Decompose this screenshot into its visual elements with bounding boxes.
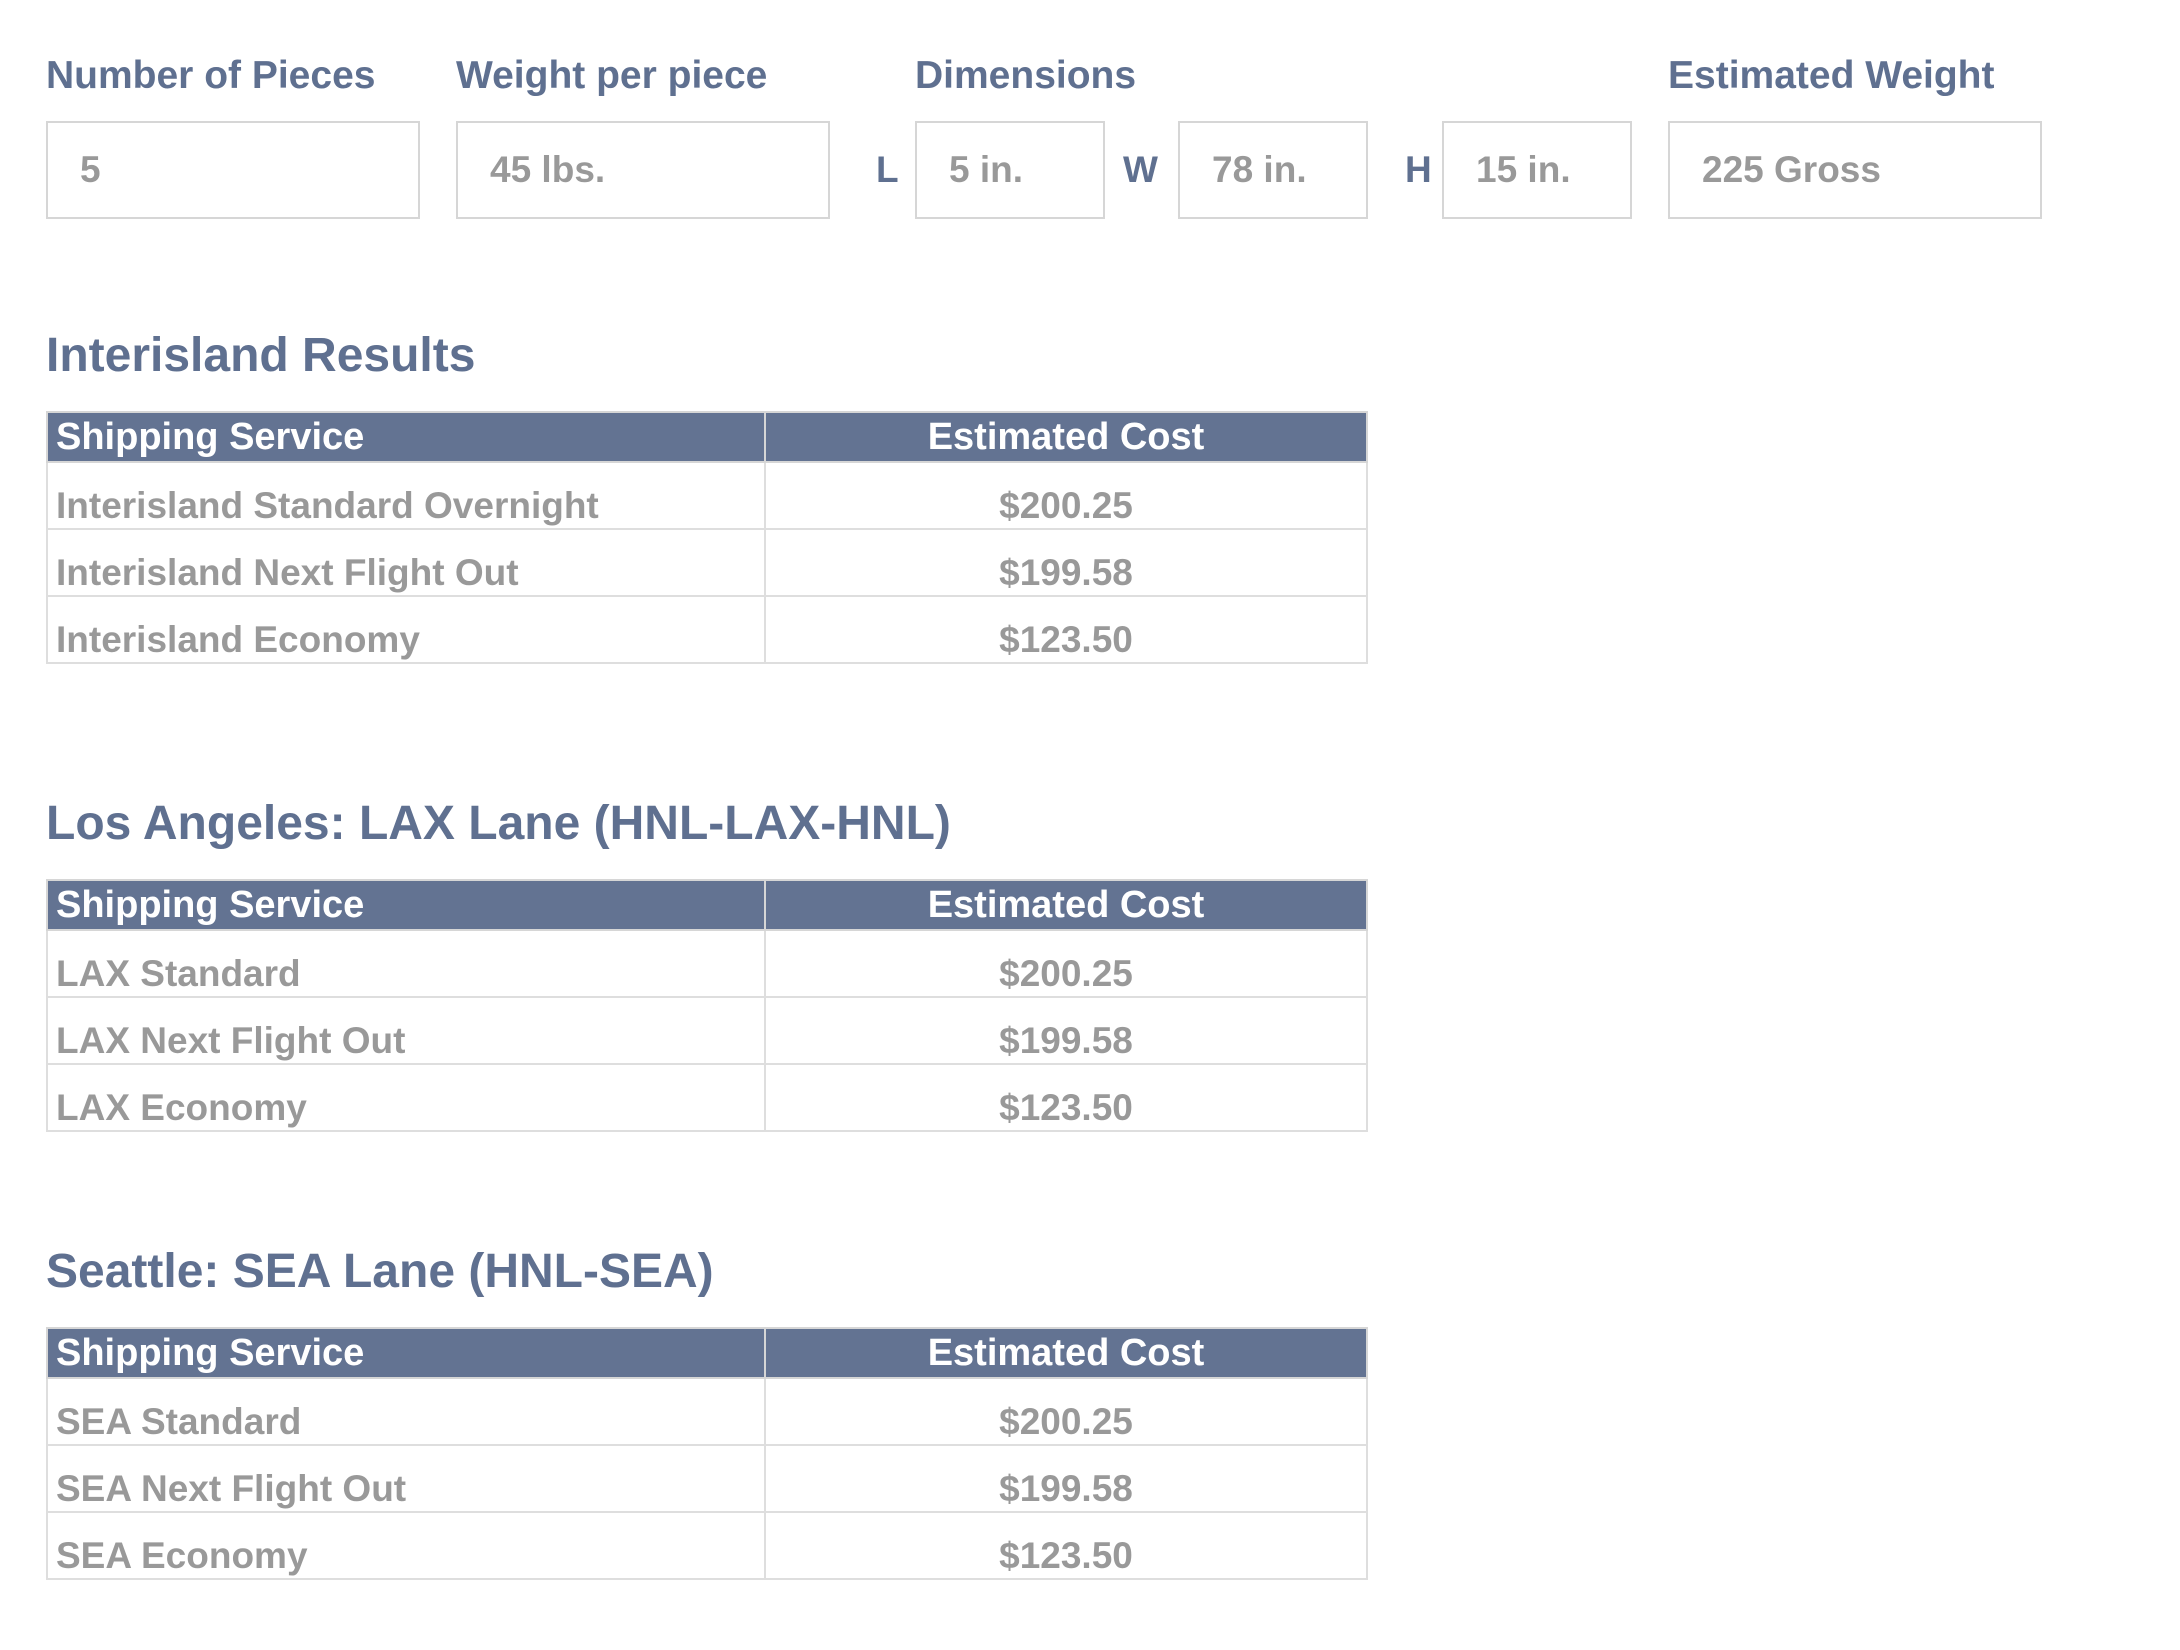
cost-cell: $200.25 [764, 461, 1368, 530]
service-cell: SEA Next Flight Out [46, 1444, 766, 1513]
table-row: SEA Next Flight Out $199.58 [46, 1444, 1368, 1513]
service-cell: Interisland Standard Overnight [46, 461, 766, 530]
cost-cell: $199.58 [764, 1444, 1368, 1513]
column-header-service: Shipping Service [46, 1327, 766, 1379]
service-cell: LAX Economy [46, 1063, 766, 1132]
cost-cell: $123.50 [764, 1511, 1368, 1580]
length-input[interactable]: 5 in. [915, 121, 1105, 219]
shipping-calculator: Number of Pieces 5 Weight per piece 45 l… [0, 0, 2180, 1650]
table-row: LAX Next Flight Out $199.58 [46, 996, 1368, 1065]
cost-cell: $200.25 [764, 1377, 1368, 1446]
service-cell: LAX Next Flight Out [46, 996, 766, 1065]
service-cell: Interisland Next Flight Out [46, 528, 766, 597]
section-title-sea: Seattle: SEA Lane (HNL-SEA) [46, 1245, 714, 1298]
table-row: Interisland Standard Overnight $200.25 [46, 461, 1368, 530]
cost-cell: $123.50 [764, 1063, 1368, 1132]
height-input[interactable]: 15 in. [1442, 121, 1632, 219]
section-title-lax: Los Angeles: LAX Lane (HNL-LAX-HNL) [46, 797, 951, 850]
table-row: LAX Standard $200.25 [46, 929, 1368, 998]
height-letter: H [1405, 149, 1432, 190]
table-row: Interisland Economy $123.50 [46, 595, 1368, 664]
width-input[interactable]: 78 in. [1178, 121, 1368, 219]
column-header-service: Shipping Service [46, 879, 766, 931]
length-letter: L [876, 149, 899, 190]
table-header-row: Shipping Service Estimated Cost [46, 879, 1368, 931]
section-title-interisland: Interisland Results [46, 329, 476, 382]
cost-cell: $200.25 [764, 929, 1368, 998]
service-cell: SEA Standard [46, 1377, 766, 1446]
cost-cell: $123.50 [764, 595, 1368, 664]
results-table-lax: Shipping Service Estimated Cost LAX Stan… [46, 879, 1368, 1132]
pieces-input[interactable]: 5 [46, 121, 420, 219]
service-cell: Interisland Economy [46, 595, 766, 664]
column-header-cost: Estimated Cost [764, 411, 1368, 463]
estimated-weight-label: Estimated Weight [1668, 54, 1995, 97]
weight-per-piece-label: Weight per piece [456, 54, 768, 97]
service-cell: SEA Economy [46, 1511, 766, 1580]
table-header-row: Shipping Service Estimated Cost [46, 1327, 1368, 1379]
column-header-service: Shipping Service [46, 411, 766, 463]
estimated-weight-input[interactable]: 225 Gross [1668, 121, 2042, 219]
pieces-label: Number of Pieces [46, 54, 376, 97]
table-row: SEA Standard $200.25 [46, 1377, 1368, 1446]
column-header-cost: Estimated Cost [764, 879, 1368, 931]
table-header-row: Shipping Service Estimated Cost [46, 411, 1368, 463]
column-header-cost: Estimated Cost [764, 1327, 1368, 1379]
cost-cell: $199.58 [764, 996, 1368, 1065]
width-letter: W [1123, 149, 1158, 190]
dimensions-label: Dimensions [915, 54, 1137, 97]
cost-cell: $199.58 [764, 528, 1368, 597]
table-row: Interisland Next Flight Out $199.58 [46, 528, 1368, 597]
service-cell: LAX Standard [46, 929, 766, 998]
table-row: SEA Economy $123.50 [46, 1511, 1368, 1580]
weight-per-piece-input[interactable]: 45 lbs. [456, 121, 830, 219]
results-table-sea: Shipping Service Estimated Cost SEA Stan… [46, 1327, 1368, 1580]
results-table-interisland: Shipping Service Estimated Cost Interisl… [46, 411, 1368, 664]
table-row: LAX Economy $123.50 [46, 1063, 1368, 1132]
